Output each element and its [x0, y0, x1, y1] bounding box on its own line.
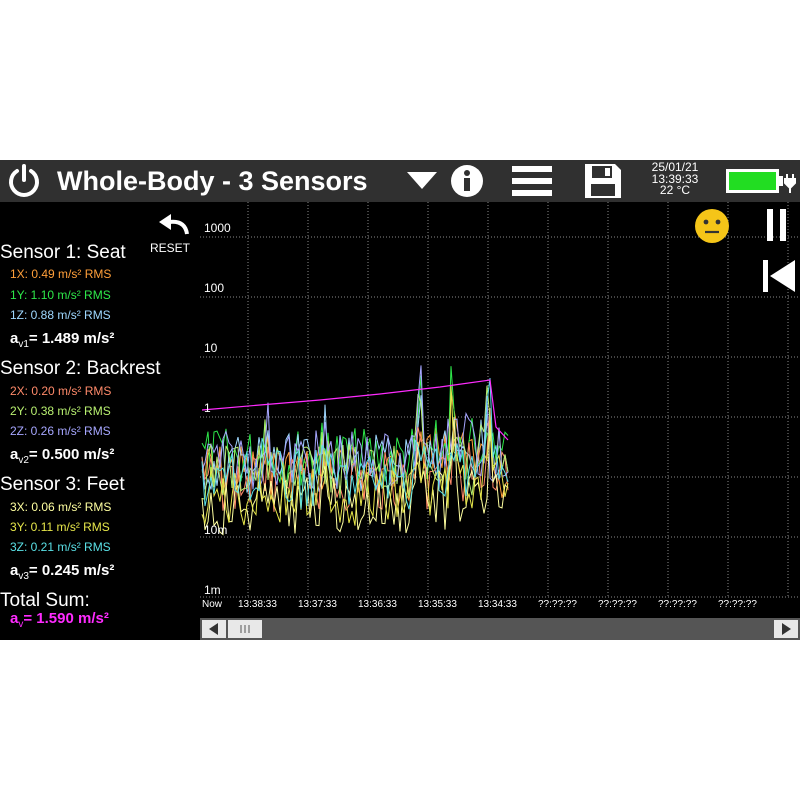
- x-tick-label: 13:34:33: [478, 599, 517, 610]
- pause-icon[interactable]: [765, 209, 789, 241]
- x-tick-label: 13:35:33: [418, 599, 457, 610]
- status-readout: 25/01/21 13:39:33 22 °C: [643, 161, 707, 197]
- sensor-1-x-reading: 1X: 0.49 m/s² RMS: [10, 267, 112, 281]
- x-tick-label: ??:??:??: [538, 599, 577, 610]
- skip-to-start-icon[interactable]: [762, 259, 796, 293]
- y-tick-label: 10m: [204, 523, 227, 537]
- sensor-1-z-reading: 1Z: 0.88 m/s² RMS: [10, 308, 111, 322]
- y-tick-label: 100: [204, 281, 224, 295]
- x-tick-label: ??:??:??: [718, 599, 757, 610]
- page-title: Whole-Body - 3 Sensors: [57, 166, 368, 196]
- menu-icon[interactable]: [512, 165, 552, 197]
- sensor-2-title: Sensor 2: Backrest: [0, 358, 161, 379]
- chart-scrollbar[interactable]: [200, 618, 800, 640]
- info-icon[interactable]: [450, 164, 484, 198]
- y-tick-label: 10: [204, 341, 218, 355]
- reset-icon[interactable]: [155, 214, 191, 236]
- scroll-thumb[interactable]: [228, 620, 262, 638]
- sensor-2-y-reading: 2Y: 0.38 m/s² RMS: [10, 404, 111, 418]
- scroll-right-icon[interactable]: [774, 620, 798, 638]
- y-tick-label: 1: [204, 401, 211, 415]
- left-panel: RESET Sensor 1: Seat 1X: 0.49 m/s² RMS 1…: [0, 202, 200, 640]
- sensor-2-z-reading: 2Z: 0.26 m/s² RMS: [10, 424, 111, 438]
- chart-grid: [200, 202, 800, 598]
- battery-icon: [726, 169, 796, 193]
- sensor-3-z-reading: 3Z: 0.21 m/s² RMS: [10, 540, 111, 554]
- x-tick-label: 13:37:33: [298, 599, 337, 610]
- sensor-3-x-reading: 3X: 0.06 m/s² RMS: [10, 500, 112, 514]
- sensor-1-av: av1= 1.489 m/s²: [10, 330, 115, 350]
- x-tick-label: ??:??:??: [598, 599, 637, 610]
- x-tick-label: ??:??:??: [658, 599, 697, 610]
- sensor-3-av: av3= 0.245 m/s²: [10, 562, 115, 582]
- sensor-2-x-reading: 2X: 0.20 m/s² RMS: [10, 384, 112, 398]
- sensor-1-title: Sensor 1: Seat: [0, 242, 126, 263]
- dropdown-icon[interactable]: [407, 172, 437, 190]
- scroll-left-icon[interactable]: [202, 620, 226, 638]
- save-icon[interactable]: [583, 162, 623, 200]
- x-tick-label: Now: [202, 599, 223, 610]
- sensor-3-y-reading: 3Y: 0.11 m/s² RMS: [10, 520, 110, 534]
- temperature-label: 22 °C: [659, 183, 691, 197]
- reset-button[interactable]: RESET: [150, 241, 190, 255]
- status-face-icon: [695, 209, 729, 243]
- device-screen: Whole-Body - 3 Sensors 25/01/21 13:39:33…: [0, 160, 800, 640]
- y-tick-label: 1m: [204, 583, 221, 597]
- sensor-2-av: av2= 0.500 m/s²: [10, 446, 115, 466]
- total-av: av= 1.590 m/s²: [10, 610, 109, 630]
- sensor-1-y-reading: 1Y: 1.10 m/s² RMS: [10, 288, 111, 302]
- title-bar: Whole-Body - 3 Sensors 25/01/21 13:39:33…: [0, 160, 800, 202]
- chart-traces: [201, 365, 509, 536]
- sensor-3-title: Sensor 3: Feet: [0, 474, 125, 495]
- total-sum-title: Total Sum:: [0, 590, 90, 611]
- x-tick-label: 13:36:33: [358, 599, 397, 610]
- y-tick-label: 1000: [204, 221, 231, 235]
- power-icon[interactable]: [6, 163, 42, 199]
- x-tick-label: 13:38:33: [238, 599, 277, 610]
- vibration-chart[interactable]: 1000 100 10 1 10m 1m: [200, 202, 800, 616]
